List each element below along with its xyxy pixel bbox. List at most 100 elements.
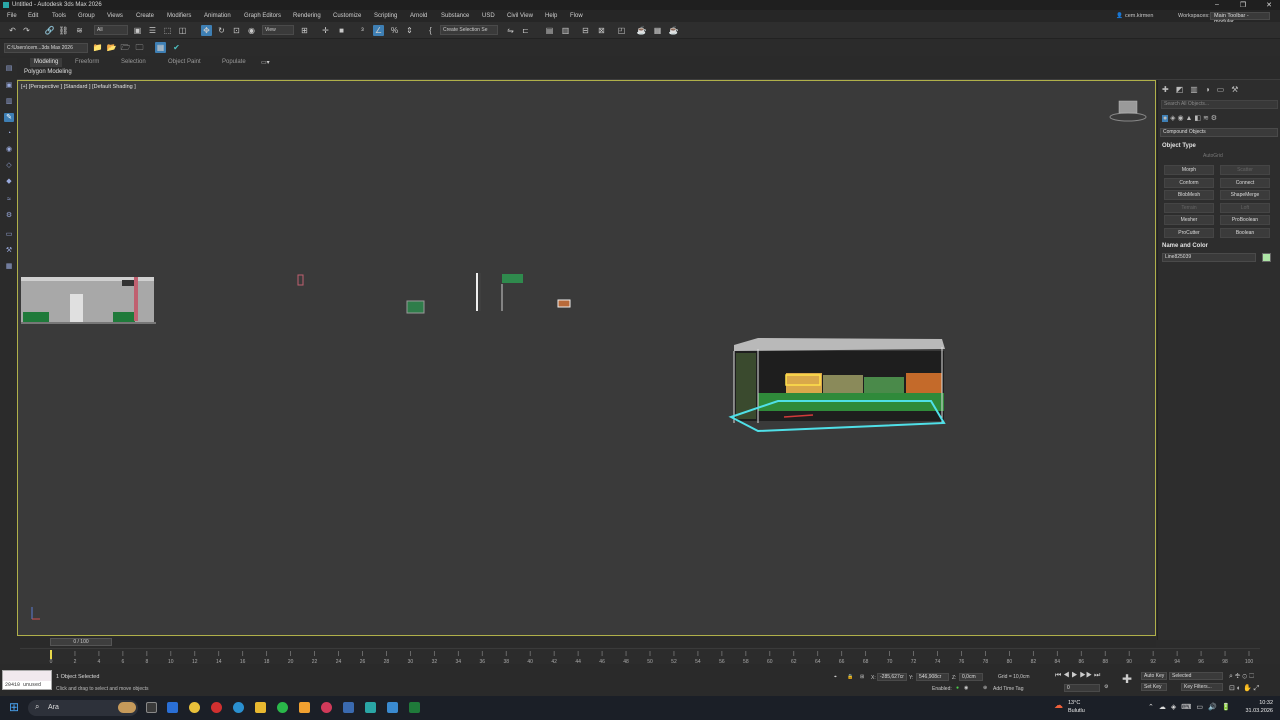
spacewarp-icon[interactable]: ≈ — [4, 195, 14, 204]
render-icon[interactable]: ☕ — [668, 25, 679, 36]
menu-customize[interactable]: Customize — [333, 13, 361, 19]
pivot-icon[interactable]: ⊞ — [299, 25, 310, 36]
ribbon-options-icon[interactable]: ▭▾ — [261, 59, 270, 66]
lock-icon[interactable]: 🔒 — [847, 674, 853, 680]
shapemerge-button[interactable]: ShapeMerge — [1220, 190, 1270, 200]
command-panel-tabs[interactable]: ✚◩▥◑▭⚒ — [1162, 85, 1245, 94]
tab-populate[interactable]: Populate — [222, 59, 246, 65]
folder-icon[interactable]: 🗀 — [134, 42, 145, 53]
scale-icon[interactable]: ⊡ — [231, 25, 242, 36]
folder-open-icon[interactable]: 📂 — [106, 42, 117, 53]
weather-icon[interactable]: ☁ — [1054, 700, 1063, 711]
category-dropdown[interactable]: Compound Objects — [1160, 128, 1278, 137]
spotify-icon[interactable] — [277, 702, 288, 713]
menu-group[interactable]: Group — [78, 13, 95, 19]
chrome-icon[interactable] — [189, 702, 200, 713]
blobmesh-button[interactable]: BlobMesh — [1164, 190, 1214, 200]
create-panel-icon[interactable]: ✎ — [4, 113, 14, 122]
z-coordinate[interactable]: 0,0cm — [959, 673, 983, 681]
sketch-icon[interactable] — [299, 702, 310, 713]
object-type-header[interactable]: Object Type — [1162, 143, 1196, 149]
helper-icon[interactable]: ◆ — [4, 177, 14, 186]
time-tag-icon[interactable]: ⊕ — [983, 685, 987, 691]
name-color-header[interactable]: Name and Color — [1162, 243, 1208, 249]
time-config-icon[interactable]: ⚙ — [1104, 684, 1108, 690]
autodesk-icon[interactable] — [387, 702, 398, 713]
minimize-button[interactable]: – — [1211, 1, 1223, 8]
tab-object-paint[interactable]: Object Paint — [168, 59, 201, 65]
viewport-nav-icons[interactable]: ⌕ ✥ ⊙ ⬚ — [1229, 673, 1254, 681]
align-icon[interactable]: ⊏ — [520, 25, 531, 36]
layer-icon[interactable]: ▦ — [4, 262, 14, 271]
mesher-button[interactable]: Mesher — [1164, 215, 1214, 225]
rendered-frame-icon[interactable]: ▦ — [652, 25, 663, 36]
place-icon[interactable]: ◉ — [246, 25, 257, 36]
excel-icon[interactable] — [409, 702, 420, 713]
maxscript-listener[interactable]: 20410 unused — [2, 670, 52, 690]
tab-modeling[interactable]: Modeling — [30, 58, 63, 67]
ribbon-subpanel[interactable]: Polygon Modeling — [24, 69, 72, 75]
add-time-tag[interactable]: Add Time Tag — [993, 686, 1023, 692]
window-crossing-icon[interactable]: ◫ — [177, 25, 188, 36]
user-account[interactable]: cem.kirmen — [1125, 13, 1153, 19]
scene-explorer-icon[interactable]: ▤ — [4, 64, 14, 73]
utilities-icon[interactable]: ⚒ — [4, 246, 14, 255]
time-slider-knob[interactable]: 0 / 100 — [50, 638, 112, 646]
weather-widget[interactable]: 13°C Bulutlu — [1068, 699, 1085, 715]
light-icon[interactable]: ◔ — [4, 129, 14, 138]
select-icon[interactable]: ▣ — [4, 81, 14, 90]
ref-coord-dropdown[interactable]: View — [262, 25, 294, 35]
isolate-icon[interactable]: ⌖ — [834, 674, 837, 680]
keyboard-shortcut-icon[interactable]: ■ — [336, 25, 347, 36]
schematic-view-icon[interactable]: ⊠ — [596, 25, 607, 36]
folder-save-icon[interactable]: 🗁 — [120, 42, 131, 53]
windows-start-icon[interactable]: ⊞ — [9, 700, 19, 714]
menu-civil-view[interactable]: Civil View — [507, 13, 533, 19]
rect-selection-icon[interactable]: ⬚ — [162, 25, 173, 36]
layer-explorer-icon[interactable]: ▤ — [544, 25, 555, 36]
spinner-snap-icon[interactable]: ⇕ — [404, 25, 415, 36]
camera-icon[interactable]: ◉ — [4, 145, 14, 154]
material-editor-icon[interactable]: ◰ — [616, 25, 627, 36]
render-setup-icon[interactable]: ☕ — [636, 25, 647, 36]
transform-mode-icon[interactable]: ⊞ — [860, 674, 864, 680]
undo-icon[interactable]: ↶ — [7, 25, 18, 36]
connect-button[interactable]: Connect — [1220, 178, 1270, 188]
store-icon[interactable] — [167, 702, 178, 713]
auto-key-button[interactable]: Auto Key — [1141, 672, 1167, 680]
app-icon[interactable] — [321, 702, 332, 713]
y-coordinate[interactable]: 546,908cr — [916, 673, 949, 681]
edit-named-sel-icon[interactable]: { — [425, 25, 436, 36]
task-view-icon[interactable] — [146, 702, 157, 713]
steam-icon[interactable] — [343, 702, 354, 713]
redo-icon[interactable]: ↷ — [21, 25, 32, 36]
tab-selection[interactable]: Selection — [121, 59, 146, 65]
selection-filter-dropdown[interactable]: All — [94, 25, 128, 35]
set-key-button[interactable]: Set Key — [1141, 683, 1167, 691]
object-search-input[interactable]: Search All Objects... — [1161, 100, 1278, 109]
project-folder-icon[interactable]: 📁 — [92, 42, 103, 53]
time-slider[interactable]: 0 / 100 — [20, 637, 1156, 647]
menu-rendering[interactable]: Rendering — [293, 13, 321, 19]
conform-button[interactable]: Conform — [1164, 178, 1214, 188]
curve-editor-icon[interactable]: ⊟ — [580, 25, 591, 36]
systems-icon[interactable]: ⚙ — [4, 211, 14, 220]
menu-substance[interactable]: Substance — [441, 13, 469, 19]
key-mode-dropdown[interactable]: Selected — [1169, 672, 1223, 680]
opera-icon[interactable] — [211, 702, 222, 713]
menu-graph-editors[interactable]: Graph Editors — [244, 13, 281, 19]
widget-icon[interactable] — [118, 702, 136, 713]
close-button[interactable]: ✕ — [1263, 1, 1275, 9]
create-category-icons[interactable]: ● ◈ ◉ ▲ ◧ ≋ ⚙ — [1162, 114, 1217, 122]
viewport-scene[interactable] — [18, 81, 1155, 635]
loft-button[interactable]: Loft — [1220, 203, 1270, 213]
playback-controls[interactable]: ⏮ ◀ ▶ ▶▶ ⏭ — [1055, 672, 1100, 680]
object-name-field[interactable]: Line825039 — [1162, 253, 1256, 262]
menu-create[interactable]: Create — [136, 13, 154, 19]
select-by-name-icon[interactable]: ☰ — [147, 25, 158, 36]
object-color-swatch[interactable] — [1262, 253, 1271, 262]
procutter-button[interactable]: ProCutter — [1164, 228, 1214, 238]
3dsmax-taskbar-icon[interactable] — [365, 702, 376, 713]
menu-tools[interactable]: Tools — [52, 13, 66, 19]
snaps-icon[interactable]: ³ — [357, 25, 368, 36]
